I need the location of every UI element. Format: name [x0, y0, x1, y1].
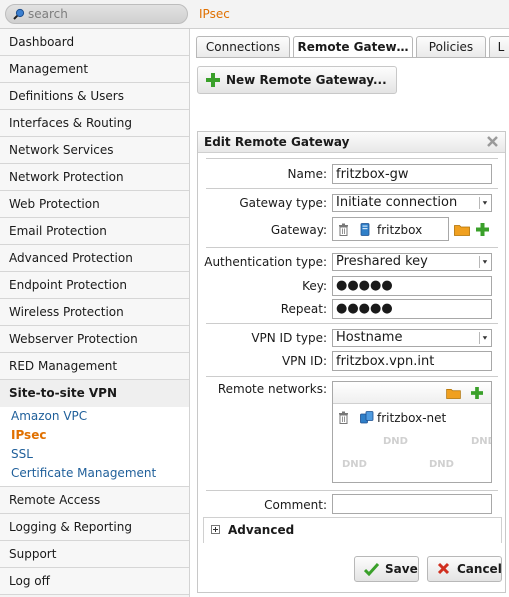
- save-label: Save: [385, 562, 418, 576]
- sidebar-item-dashboard[interactable]: Dashboard: [0, 29, 189, 56]
- sidebar-subitem-certificate-management[interactable]: Certificate Management: [0, 464, 189, 483]
- comment-label: Comment:: [264, 498, 327, 512]
- folder-icon[interactable]: [446, 388, 461, 399]
- gateway-dropzone[interactable]: fritzbox: [332, 217, 449, 241]
- cancel-button[interactable]: Cancel: [427, 556, 502, 582]
- sidebar: Dashboard Management Definitions & Users…: [0, 29, 190, 597]
- new-remote-gateway-label: New Remote Gateway...: [226, 73, 387, 87]
- sidebar-item-log-off[interactable]: Log off: [0, 568, 189, 595]
- tab-connections[interactable]: Connections: [196, 36, 290, 58]
- vpn-id-type-value: Hostname: [336, 330, 403, 345]
- save-button[interactable]: Save: [354, 556, 419, 582]
- sidebar-item-advanced-protection[interactable]: Advanced Protection: [0, 245, 189, 272]
- sidebar-item-management[interactable]: Management: [0, 56, 189, 83]
- remote-network-name: fritzbox-net: [377, 411, 447, 425]
- sidebar-group-site-to-site-vpn: Site-to-site VPN Amazon VPC IPsec SSL Ce…: [0, 380, 189, 487]
- cancel-icon: [437, 562, 450, 575]
- add-icon[interactable]: [471, 387, 483, 399]
- plus-icon: [206, 73, 220, 87]
- sidebar-group-label[interactable]: Site-to-site VPN: [0, 380, 189, 407]
- dnd-watermark: DND: [429, 459, 454, 470]
- advanced-label: Advanced: [228, 523, 295, 537]
- panel-title: Edit Remote Gateway: [204, 135, 350, 149]
- expand-icon: [211, 525, 220, 534]
- checkmark-icon: [364, 562, 379, 576]
- folder-icon[interactable]: [454, 224, 470, 236]
- sidebar-item-logging-reporting[interactable]: Logging & Reporting: [0, 514, 189, 541]
- sidebar-item-definitions-users[interactable]: Definitions & Users: [0, 83, 189, 110]
- sidebar-subitem-ipsec[interactable]: IPsec: [0, 426, 189, 445]
- gateway-type-label: Gateway type:: [239, 196, 327, 210]
- sidebar-item-webserver-protection[interactable]: Webserver Protection: [0, 326, 189, 353]
- edit-remote-gateway-panel: Edit Remote Gateway Name: Gateway type: …: [197, 131, 506, 593]
- vpn-id-type-label: VPN ID type:: [251, 331, 327, 345]
- dnd-watermark: DND: [383, 436, 408, 447]
- remote-network-item[interactable]: fritzbox-net: [333, 409, 491, 427]
- trash-icon[interactable]: [338, 223, 349, 236]
- sidebar-subitem-ssl[interactable]: SSL: [0, 445, 189, 464]
- panel-header: Edit Remote Gateway: [198, 132, 505, 153]
- sidebar-item-red-management[interactable]: RED Management: [0, 353, 189, 380]
- top-bar: IPsec: [0, 0, 509, 29]
- tab-bar: Connections Remote Gatew… Policies L: [196, 36, 509, 58]
- sidebar-subitem-amazon-vpc[interactable]: Amazon VPC: [0, 407, 189, 426]
- tab-remote-gateways[interactable]: Remote Gatew…: [293, 36, 413, 58]
- vpn-id-type-select[interactable]: Hostname: [332, 329, 492, 347]
- close-icon[interactable]: [486, 135, 499, 148]
- remote-networks-label: Remote networks:: [217, 382, 327, 396]
- dropdown-arrow-icon: [479, 332, 488, 344]
- repeat-label: Repeat:: [280, 302, 327, 316]
- sidebar-item-support[interactable]: Support: [0, 541, 189, 568]
- key-input[interactable]: ●●●●●: [332, 276, 492, 296]
- dnd-watermark: DND: [471, 436, 491, 447]
- sidebar-item-network-services[interactable]: Network Services: [0, 137, 189, 164]
- gateway-label: Gateway:: [270, 223, 327, 237]
- dropdown-arrow-icon: [479, 256, 488, 268]
- dropdown-arrow-icon: [479, 197, 488, 209]
- cancel-label: Cancel: [457, 562, 502, 576]
- advanced-section-toggle[interactable]: Advanced: [203, 517, 502, 543]
- server-icon: [360, 223, 370, 236]
- network-icon: [360, 411, 374, 424]
- repeat-input[interactable]: ●●●●●: [332, 299, 492, 319]
- search-input[interactable]: [28, 6, 178, 22]
- gateway-type-select[interactable]: Initiate connection: [332, 194, 492, 212]
- sidebar-item-wireless-protection[interactable]: Wireless Protection: [0, 299, 189, 326]
- tab-overflow[interactable]: L: [489, 36, 509, 58]
- auth-type-select[interactable]: Preshared key: [332, 253, 492, 271]
- add-icon[interactable]: [476, 223, 489, 236]
- breadcrumb: IPsec: [199, 7, 230, 21]
- name-label: Name:: [287, 167, 327, 181]
- auth-type-label: Authentication type:: [204, 255, 327, 269]
- vpn-id-input[interactable]: [332, 351, 492, 371]
- gateway-value: fritzbox: [377, 223, 423, 237]
- sidebar-item-web-protection[interactable]: Web Protection: [0, 191, 189, 218]
- sidebar-item-email-protection[interactable]: Email Protection: [0, 218, 189, 245]
- vpn-id-label: VPN ID:: [281, 354, 327, 368]
- remote-networks-toolbar: [333, 382, 491, 404]
- new-remote-gateway-button[interactable]: New Remote Gateway...: [197, 66, 397, 94]
- dnd-watermark: DND: [383, 482, 408, 483]
- sidebar-item-remote-access[interactable]: Remote Access: [0, 487, 189, 514]
- sidebar-item-endpoint-protection[interactable]: Endpoint Protection: [0, 272, 189, 299]
- remote-networks-list[interactable]: fritzbox-net DND DND DND DND DND: [332, 381, 492, 483]
- name-input[interactable]: [332, 164, 492, 184]
- tab-policies[interactable]: Policies: [416, 36, 486, 58]
- search-box[interactable]: [5, 4, 188, 24]
- auth-type-value: Preshared key: [336, 254, 428, 269]
- dnd-watermark: DND: [342, 459, 367, 470]
- key-label: Key:: [302, 279, 327, 293]
- trash-icon[interactable]: [338, 411, 349, 424]
- gateway-type-value: Initiate connection: [336, 195, 458, 210]
- search-icon: [13, 8, 25, 20]
- comment-input[interactable]: [332, 494, 492, 514]
- sidebar-item-network-protection[interactable]: Network Protection: [0, 164, 189, 191]
- sidebar-item-interfaces-routing[interactable]: Interfaces & Routing: [0, 110, 189, 137]
